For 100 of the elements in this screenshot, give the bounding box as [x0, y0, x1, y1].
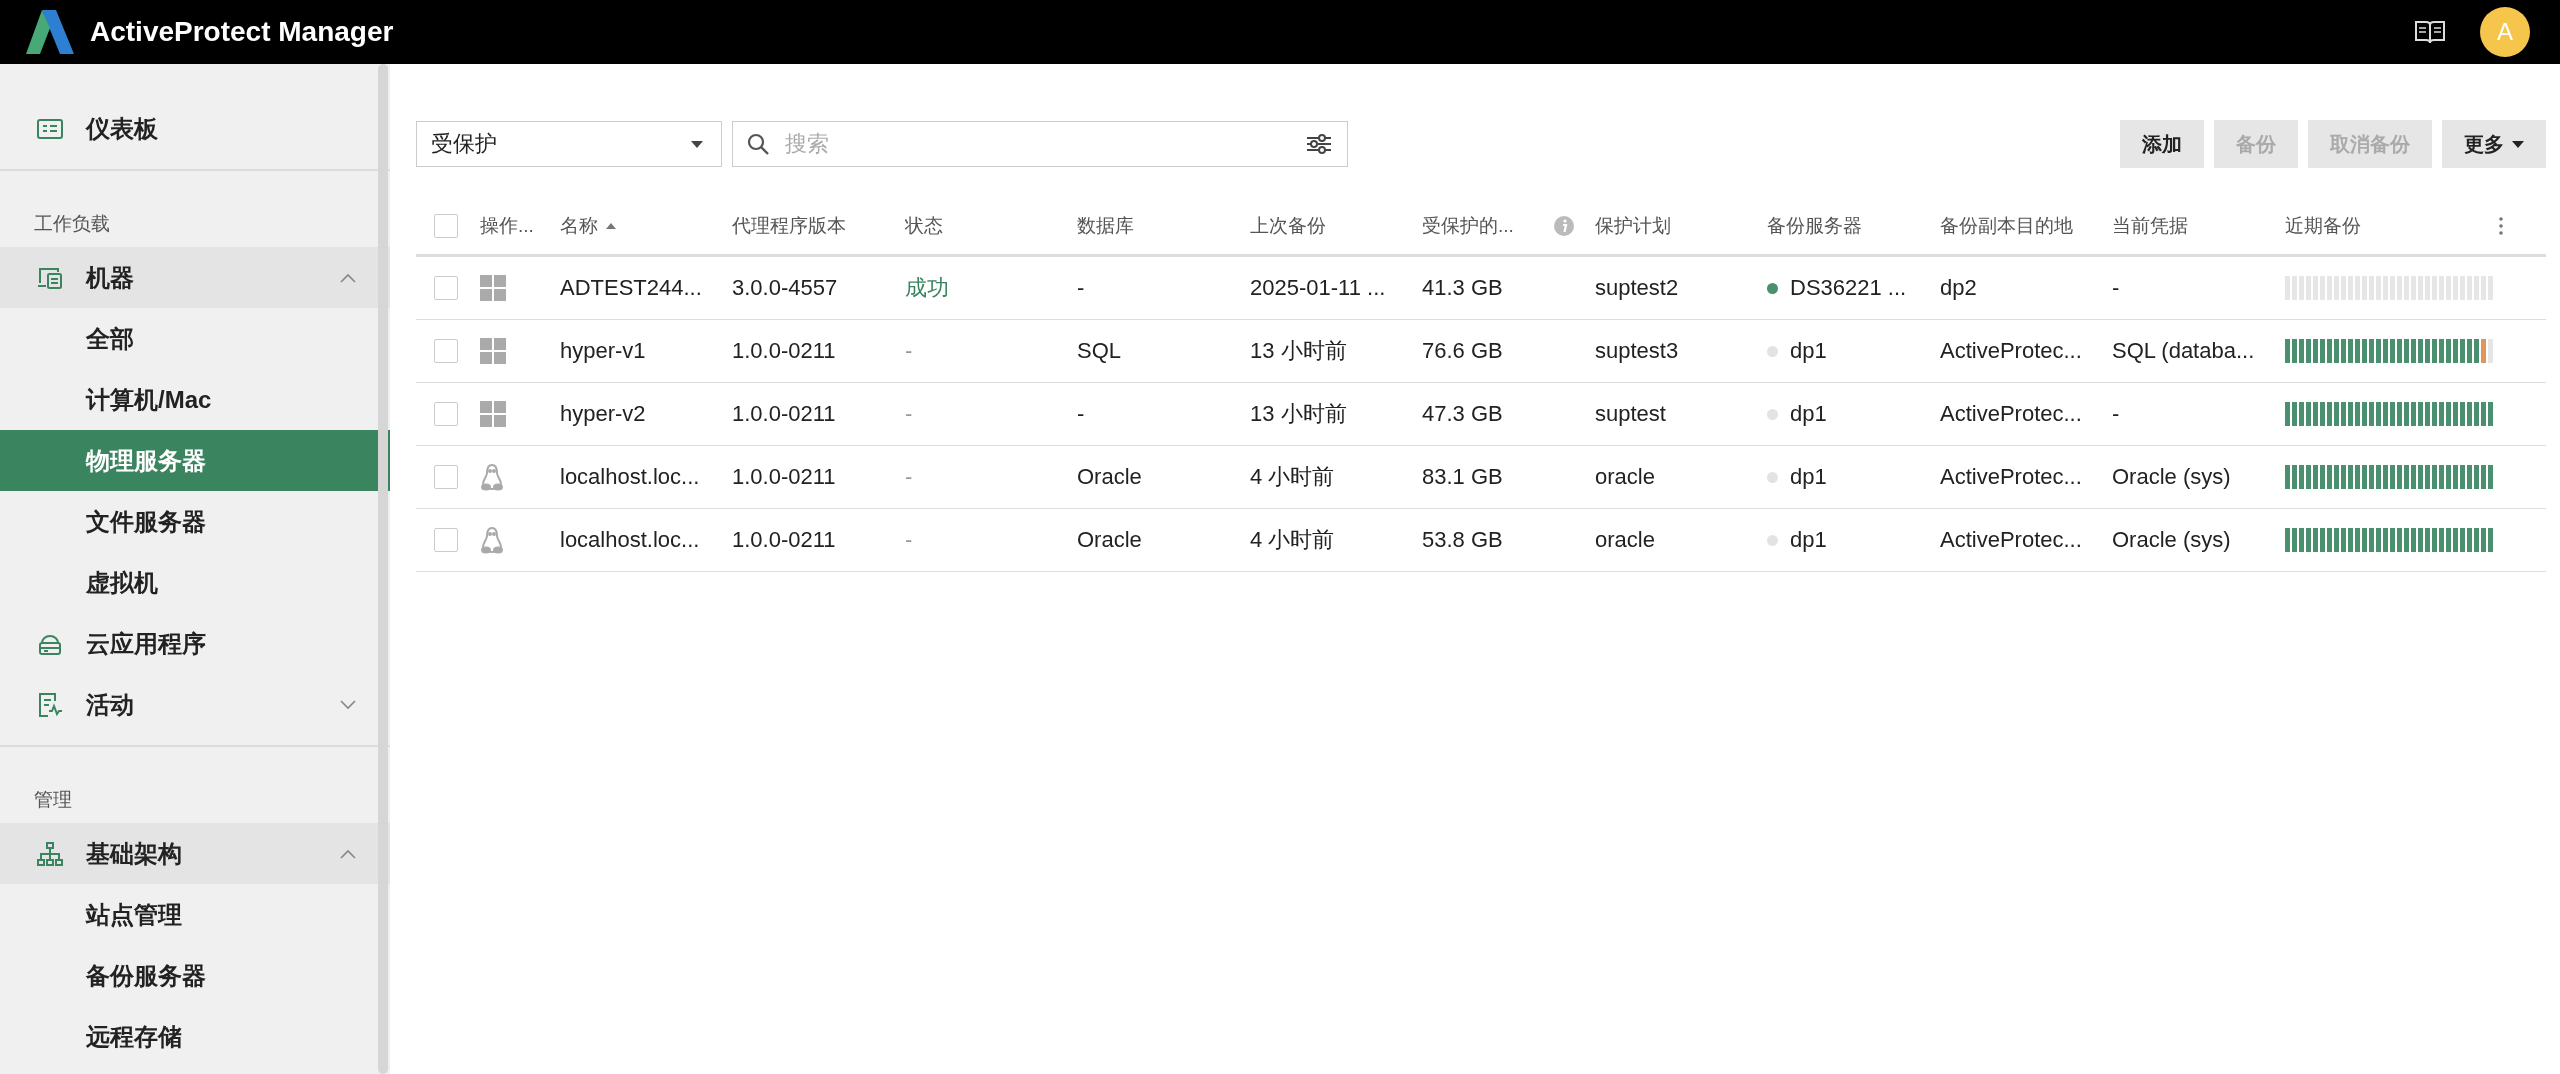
nav-subitem[interactable]: 物理服务器 [0, 430, 390, 491]
table-cell: dp1 [1790, 527, 1827, 553]
table-cell: 1.0.0-0211 [732, 338, 836, 364]
sort-icon [606, 223, 616, 229]
more-menu-button[interactable]: 更多 [2442, 120, 2546, 168]
chevron-up-icon[interactable] [340, 272, 356, 283]
table-cell: Oracle [1077, 464, 1142, 490]
status-text: - [905, 527, 913, 553]
nav-subitem[interactable]: 全部 [0, 308, 390, 369]
table-cell: 1.0.0-0211 [732, 527, 836, 553]
caret-icon [691, 140, 703, 148]
table-cell: 83.1 GB [1422, 464, 1503, 490]
table-cell: ActiveProtec... [1940, 527, 2082, 553]
table-cell: 1.0.0-0211 [732, 464, 836, 490]
nav-item[interactable]: 云应用程序 [0, 613, 390, 674]
section-heading: 管理 [33, 788, 73, 812]
column-header[interactable]: 代理程序版本 [732, 213, 846, 239]
table-cell-text: 13 小时前 [1250, 337, 1347, 365]
table-cell: ADTEST244... [560, 275, 702, 301]
chevron-up-icon[interactable] [340, 848, 356, 859]
column-header[interactable]: 操作... [480, 213, 534, 239]
nav-item[interactable]: 活动 [0, 674, 390, 735]
table-cell: SQL [1077, 338, 1122, 364]
table-cell: 1.0.0-0211 [732, 401, 836, 427]
table-cell: dp1 [1790, 401, 1827, 427]
scrollbar[interactable] [378, 64, 388, 1074]
table-cell: suptest2 [1595, 275, 1679, 301]
table-cell: - [2112, 275, 2120, 301]
table-cell: hyper-v1 [560, 338, 646, 364]
status-text: - [905, 401, 913, 427]
info-icon[interactable] [1553, 215, 1575, 237]
chevron-down-icon[interactable] [340, 699, 356, 710]
status-text: - [905, 464, 913, 490]
search-field[interactable]: 搜索 [732, 121, 1348, 167]
search-icon [747, 133, 769, 155]
column-header[interactable]: 当前凭据 [2112, 213, 2188, 239]
more-options-icon[interactable] [2499, 217, 2503, 235]
table-cell: oracle [1595, 527, 1655, 553]
table-cell: ActiveProtec... [1940, 338, 2082, 364]
nav-item[interactable]: 基础架构 [0, 823, 390, 884]
nav-item[interactable]: 仪表板 [0, 98, 390, 159]
nav-subitem[interactable]: 虚拟机 [0, 552, 390, 613]
toolbar-button[interactable]: 添加 [2120, 120, 2204, 168]
table-cell: Oracle [1077, 527, 1142, 553]
logo-icon [26, 10, 74, 54]
table-cell-text: 13 小时前 [1250, 400, 1347, 428]
table-cell: - [1077, 401, 1085, 427]
table-cell: 47.3 GB [1422, 401, 1503, 427]
nav-subitem[interactable]: 备份服务器 [0, 945, 390, 1006]
filter-dropdown[interactable]: 受保护 [416, 121, 722, 167]
select-all-checkbox[interactable] [434, 214, 458, 238]
caret-icon [2512, 140, 2524, 148]
table-cell: - [1077, 275, 1085, 301]
table-cell: oracle [1595, 464, 1655, 490]
table-cell: 3.0.0-4557 [732, 275, 838, 301]
table-cell: hyper-v2 [560, 401, 646, 427]
nav-subitem[interactable]: 计算机/Mac [0, 369, 390, 430]
column-header[interactable]: 备份副本目的地 [1940, 213, 2073, 239]
section-heading: 工作负载 [33, 212, 111, 236]
table-cell: suptest3 [1595, 338, 1679, 364]
column-header[interactable]: 名称 [560, 213, 616, 239]
book-icon[interactable] [2414, 19, 2446, 45]
table-cell: Oracle (sys) [2112, 464, 2231, 490]
table-cell: localhost.loc... [560, 527, 700, 553]
app-title: ActiveProtect Manager [90, 16, 394, 48]
row-checkbox[interactable] [434, 339, 458, 363]
table-cell: 76.6 GB [1422, 338, 1503, 364]
row-checkbox[interactable] [434, 402, 458, 426]
table-cell: 2025-01-11 ... [1250, 275, 1386, 301]
table-cell: dp1 [1790, 338, 1827, 364]
column-header[interactable]: 受保护的... [1422, 213, 1514, 239]
row-checkbox[interactable] [434, 465, 458, 489]
nav-item[interactable]: 机器 [0, 247, 390, 308]
nav-subitem[interactable]: 远程存储 [0, 1006, 390, 1067]
status-text: - [905, 338, 913, 364]
table-cell: dp2 [1940, 275, 1977, 301]
column-header[interactable]: 上次备份 [1250, 213, 1326, 239]
status-text: 成功 [905, 274, 949, 302]
table-cell: ActiveProtec... [1940, 464, 2082, 490]
column-header[interactable]: 近期备份 [2285, 213, 2361, 239]
row-checkbox[interactable] [434, 528, 458, 552]
column-header[interactable]: 状态 [905, 213, 943, 239]
filter-settings-icon[interactable] [1306, 133, 1332, 155]
nav-subitem[interactable]: 站点管理 [0, 884, 390, 945]
table-cell: ActiveProtec... [1940, 401, 2082, 427]
column-header[interactable]: 备份服务器 [1767, 213, 1862, 239]
table-cell: dp1 [1790, 464, 1827, 490]
table-cell: - [2112, 401, 2120, 427]
table-cell: localhost.loc... [560, 464, 700, 490]
column-header[interactable]: 数据库 [1077, 213, 1134, 239]
table-cell: 41.3 GB [1422, 275, 1503, 301]
hierarchy-icon [36, 839, 64, 868]
table-cell: Oracle (sys) [2112, 527, 2231, 553]
table-cell-text: 4 小时前 [1250, 526, 1335, 554]
table-cell: SQL (databa... [2112, 338, 2255, 364]
row-checkbox[interactable] [434, 276, 458, 300]
table-cell: DS36221 ... [1790, 275, 1907, 301]
table-cell: 53.8 GB [1422, 527, 1503, 553]
column-header[interactable]: 保护计划 [1595, 213, 1671, 239]
nav-subitem[interactable]: 文件服务器 [0, 491, 390, 552]
